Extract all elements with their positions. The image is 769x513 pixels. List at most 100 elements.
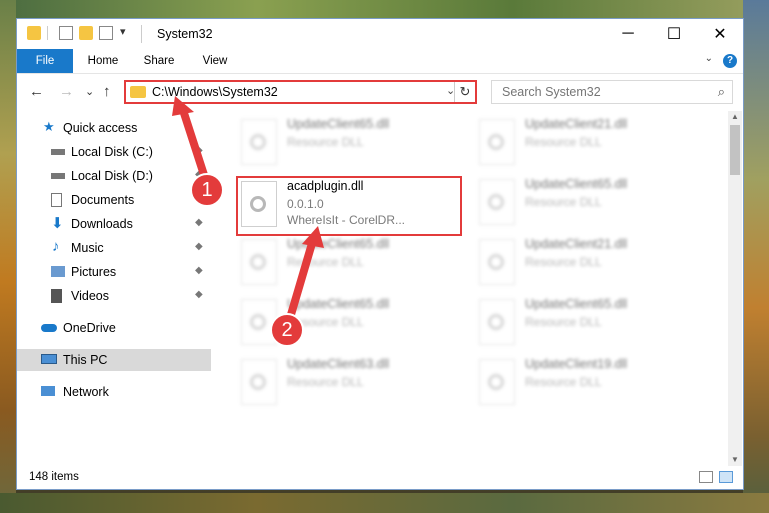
folder-icon — [27, 26, 41, 40]
documents-icon — [51, 193, 62, 207]
sidebar-item-label: Downloads — [71, 217, 133, 231]
maximize-button[interactable]: ☐ — [651, 19, 697, 49]
sidebar-item-label: Network — [63, 385, 109, 399]
desktop-background-bottom — [0, 493, 769, 513]
dll-file-icon — [241, 119, 277, 165]
address-path[interactable]: C:\Windows\System32 — [152, 85, 278, 99]
close-button[interactable]: ✕ — [697, 19, 743, 49]
highlight-box — [236, 176, 462, 236]
up-arrow-icon[interactable]: ↑ — [103, 83, 111, 100]
sidebar-item-downloads[interactable]: ⬇ Downloads ◆ — [17, 213, 211, 235]
file-type: Resource DLL — [525, 255, 602, 269]
file-name: UpdateClient65.dll — [525, 297, 628, 311]
tab-home[interactable]: Home — [79, 49, 127, 73]
desktop-background-right — [743, 0, 769, 513]
tab-file[interactable]: File — [17, 49, 73, 73]
forward-arrow-icon[interactable]: → — [59, 83, 74, 100]
file-explorer-window: ▾ System32 ─ ☐ ✕ File Home Share View ⌄ … — [16, 18, 744, 490]
sidebar-item-label: Local Disk (C:) — [71, 145, 153, 159]
sidebar-item-this-pc[interactable]: This PC — [17, 349, 211, 371]
expand-ribbon-icon[interactable]: ⌄ — [705, 53, 713, 64]
sidebar-item-network[interactable]: Network — [17, 381, 211, 403]
star-icon: ★ — [43, 119, 55, 134]
sidebar-item-label: OneDrive — [63, 321, 116, 335]
scroll-up-icon[interactable]: ▲ — [728, 111, 742, 123]
vertical-scrollbar[interactable]: ▲ ▼ — [728, 111, 742, 466]
file-type: Resource DLL — [525, 135, 602, 149]
sidebar-item-videos[interactable]: Videos ◆ — [17, 285, 211, 307]
search-input[interactable] — [500, 84, 704, 100]
address-bar[interactable]: C:\Windows\System32 ⌄ ↻ — [124, 80, 477, 104]
recent-locations-icon[interactable]: ⌄ — [85, 85, 94, 98]
pin-icon[interactable]: ◆ — [195, 265, 203, 276]
file-item[interactable]: UpdateClient65.dll Resource DLL — [477, 173, 697, 231]
sidebar-item-label: Music — [71, 241, 104, 255]
properties-icon[interactable] — [59, 26, 73, 40]
step-2-badge: 2 — [270, 313, 304, 347]
dll-file-icon — [479, 299, 515, 345]
download-arrow-icon: ⬇ — [51, 215, 64, 232]
file-item[interactable]: UpdateClient65.dll Resource DLL — [239, 233, 459, 291]
music-note-icon: ♪ — [52, 238, 60, 255]
sidebar-item-documents[interactable]: Documents ◆ — [17, 189, 211, 211]
new-folder-icon[interactable] — [79, 26, 93, 40]
tab-share[interactable]: Share — [135, 49, 183, 73]
drive-icon — [51, 173, 65, 179]
file-type: Resource DLL — [287, 135, 364, 149]
sidebar-item-local-disk-c[interactable]: Local Disk (C:) ◆ — [17, 141, 211, 163]
scrollbar-thumb[interactable] — [730, 125, 740, 175]
details-view-icon[interactable] — [699, 471, 713, 483]
file-item[interactable]: UpdateClient65.dll Resource DLL — [239, 113, 459, 171]
file-item[interactable]: UpdateClient19.dll Resource DLL — [477, 353, 697, 411]
back-arrow-icon[interactable]: ← — [29, 83, 44, 100]
sidebar-item-label: Pictures — [71, 265, 117, 279]
search-icon[interactable]: ⌕ — [718, 84, 725, 100]
file-type: Resource DLL — [525, 315, 602, 329]
file-item[interactable]: UpdateClient21.dll Resource DLL — [477, 233, 697, 291]
sidebar-item-label: Videos — [71, 289, 109, 303]
ribbon: File Home Share View ⌄ ? — [17, 49, 743, 74]
file-type: Resource DLL — [525, 375, 602, 389]
file-item[interactable]: UpdateClient21.dll Resource DLL — [477, 113, 697, 171]
pictures-icon — [51, 266, 65, 277]
sidebar-item-onedrive[interactable]: OneDrive — [17, 317, 211, 339]
dll-file-icon — [479, 359, 515, 405]
drive-icon — [51, 149, 65, 155]
dll-file-icon — [479, 119, 515, 165]
help-icon[interactable]: ? — [723, 54, 737, 68]
sidebar-item-music[interactable]: ♪ Music ◆ — [17, 237, 211, 259]
file-name: UpdateClient65.dll — [287, 117, 390, 131]
tiles-view-icon[interactable] — [719, 471, 733, 483]
pin-icon[interactable]: ◆ — [195, 241, 203, 252]
dll-file-icon — [479, 239, 515, 285]
sidebar-item-quick-access[interactable]: ★ Quick access — [17, 117, 211, 139]
pin-icon[interactable]: ◆ — [195, 145, 203, 156]
scroll-down-icon[interactable]: ▼ — [728, 454, 742, 466]
customize-qat-icon[interactable] — [99, 26, 113, 40]
file-name: UpdateClient65.dll — [287, 297, 390, 311]
network-icon — [41, 386, 55, 396]
status-bar: 148 items — [17, 466, 743, 489]
sidebar-item-label: Documents — [71, 193, 135, 207]
file-item[interactable]: UpdateClient65.dll Resource DLL — [477, 293, 697, 351]
file-type: Resource DLL — [287, 255, 364, 269]
sidebar-item-label: This PC — [63, 353, 108, 367]
titlebar: ▾ System32 ─ ☐ ✕ — [17, 19, 743, 49]
qat-dropdown-icon[interactable]: ▾ — [120, 25, 126, 38]
file-type: Resource DLL — [525, 195, 602, 209]
pin-icon[interactable]: ◆ — [195, 289, 203, 300]
file-item[interactable]: UpdateClient63.dll Resource DLL — [239, 353, 459, 411]
sidebar-item-pictures[interactable]: Pictures ◆ — [17, 261, 211, 283]
file-list: UpdateClient65.dll Resource DLL UpdateCl… — [217, 111, 727, 466]
tab-view[interactable]: View — [191, 49, 239, 73]
refresh-icon[interactable]: ↻ — [454, 82, 475, 102]
sidebar-item-local-disk-d[interactable]: Local Disk (D:) ◆ — [17, 165, 211, 187]
sidebar-item-label: Quick access — [63, 121, 138, 135]
file-name: UpdateClient21.dll — [525, 237, 628, 251]
dll-file-icon — [479, 179, 515, 225]
desktop-background-top — [0, 0, 769, 18]
minimize-button[interactable]: ─ — [605, 19, 651, 49]
pin-icon[interactable]: ◆ — [195, 217, 203, 228]
search-box[interactable]: ⌕ — [491, 80, 733, 104]
file-name: UpdateClient63.dll — [287, 357, 390, 371]
